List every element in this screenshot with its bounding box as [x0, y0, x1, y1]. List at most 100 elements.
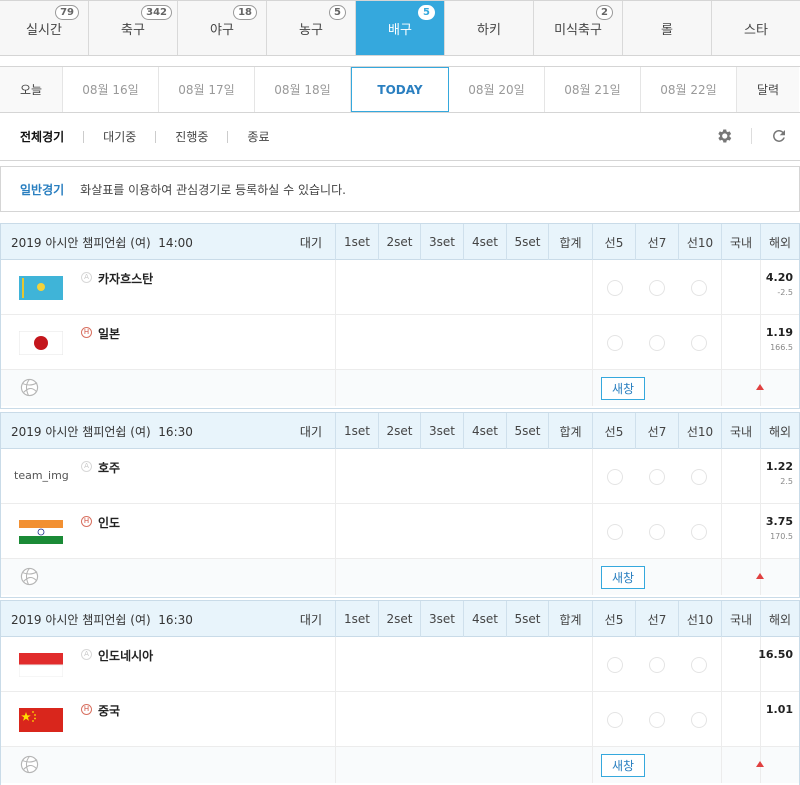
divider [592, 370, 593, 406]
filter-finished[interactable]: 종료 [247, 128, 269, 145]
divider [721, 260, 722, 315]
team-name: 인도 [98, 516, 121, 530]
sport-tabs: 실시간 79 축구 342 야구 18 농구 5 배구 5 하키 미식축구 2 롤 스타 [0, 0, 800, 56]
handicap-radio[interactable] [649, 524, 665, 540]
tab-sport[interactable]: 축구 342 [89, 1, 178, 55]
handicap-radio[interactable] [691, 524, 707, 540]
popup-button[interactable]: 새창 [601, 754, 645, 777]
column-header: 3set [420, 413, 463, 449]
date-item[interactable]: 08월 22일 [641, 67, 737, 112]
favorite-arrow-icon[interactable] [756, 761, 764, 767]
tab-label: 야구 [210, 22, 234, 38]
column-header: 1set [335, 601, 378, 637]
handicap-radio[interactable] [607, 280, 623, 296]
popup-button[interactable]: 새창 [601, 377, 645, 400]
tab-label: 배구 [388, 22, 412, 38]
gear-icon[interactable] [713, 125, 735, 147]
league-time: 2019 아시안 챔피언쉽 (여) 14:00 대기 [1, 224, 335, 260]
league-time: 2019 아시안 챔피언쉽 (여) 16:30 대기 [1, 413, 335, 449]
tab-sport[interactable]: 미식축구 2 [534, 1, 623, 55]
home-marker: H [81, 516, 92, 527]
handicap-radio[interactable] [691, 469, 707, 485]
column-header: 선5 [592, 601, 635, 637]
filter-all[interactable]: 전체경기 [20, 128, 64, 145]
flag-china-icon [19, 708, 63, 732]
match-footer: 새창 [1, 559, 799, 595]
column-header: 합계 [548, 224, 592, 260]
date-item[interactable]: 08월 20일 [449, 67, 545, 112]
notice-message: 화살표를 이용하여 관심경기로 등록하실 수 있습니다. [80, 182, 346, 197]
notice-bar: 일반경기 화살표를 이용하여 관심경기로 등록하실 수 있습니다. [0, 166, 800, 212]
divider [760, 449, 761, 504]
handicap-radio[interactable] [649, 335, 665, 351]
filter-in-progress[interactable]: 진행중 [175, 128, 208, 145]
favorite-arrow-icon[interactable] [756, 573, 764, 579]
odds-handicap: 2.5 [780, 477, 793, 486]
handicap-radio[interactable] [649, 280, 665, 296]
tab-sport[interactable]: 하키 [445, 1, 534, 55]
tab-label: 롤 [661, 22, 673, 38]
tab-sport[interactable]: 배구 5 [356, 1, 445, 55]
divider [721, 559, 722, 595]
filter-waiting[interactable]: 대기중 [103, 128, 136, 145]
handicap-radio[interactable] [691, 280, 707, 296]
tab-sport[interactable]: 롤 [623, 1, 712, 55]
home-marker: H [81, 327, 92, 338]
handicap-radio[interactable] [607, 657, 623, 673]
popup-button[interactable]: 새창 [601, 566, 645, 589]
divider [592, 747, 593, 783]
handicap-radio[interactable] [649, 712, 665, 728]
column-header: 2set [378, 413, 420, 449]
divider [721, 370, 722, 406]
date-item[interactable]: 08월 16일 [63, 67, 159, 112]
tab-label: 실시간 [26, 22, 62, 38]
date-item[interactable]: 08월 21일 [545, 67, 641, 112]
handicap-radio[interactable] [607, 712, 623, 728]
refresh-icon[interactable] [768, 125, 790, 147]
divider [751, 128, 752, 144]
column-header: 선5 [592, 224, 635, 260]
column-header: 국내 [721, 224, 760, 260]
handicap-radio[interactable] [691, 657, 707, 673]
divider [592, 504, 593, 559]
calendar-button[interactable]: 달력 [737, 67, 799, 112]
tab-label: 하키 [477, 22, 501, 38]
favorite-arrow-icon[interactable] [756, 384, 764, 390]
handicap-radio[interactable] [649, 469, 665, 485]
tab-sport[interactable]: 야구 18 [178, 1, 267, 55]
handicap-radio[interactable] [691, 712, 707, 728]
handicap-radio[interactable] [691, 335, 707, 351]
divider [335, 370, 336, 406]
league-title: 2019 아시안 챔피언쉽 (여) 16:30 [11, 424, 193, 439]
team-name: 호주 [98, 461, 121, 475]
handicap-radio[interactable] [607, 335, 623, 351]
match-footer: 새창 [1, 747, 799, 783]
handicap-radio[interactable] [607, 524, 623, 540]
flag-kazakhstan-icon [19, 276, 63, 300]
team-name: 인도네시아 [98, 649, 154, 663]
tab-sport[interactable]: 실시간 79 [0, 1, 89, 55]
divider [155, 130, 157, 143]
column-header: 1set [335, 224, 378, 260]
match-header: 2019 아시안 챔피언쉽 (여) 16:30 대기 1set 2set 3set 4se… [1, 413, 799, 449]
date-item[interactable]: 08월 17일 [159, 67, 255, 112]
handicap-radio[interactable] [607, 469, 623, 485]
volleyball-icon [20, 755, 39, 774]
tab-sport[interactable]: 농구 5 [267, 1, 356, 55]
team-name: 중국 [98, 704, 121, 718]
date-item[interactable]: 08월 18일 [255, 67, 351, 112]
date-item-today[interactable]: TODAY [351, 67, 449, 112]
away-marker: A [81, 272, 92, 283]
odds-handicap: 166.5 [770, 343, 793, 352]
tab-sport[interactable]: 스타 [712, 1, 800, 55]
handicap-radio[interactable] [649, 657, 665, 673]
column-header: 5set [506, 224, 548, 260]
overseas-odds: 3.75 [765, 515, 793, 528]
date-today-link[interactable]: 오늘 [0, 67, 63, 112]
count-badge: 2 [596, 5, 613, 20]
divider [721, 315, 722, 370]
divider [721, 637, 722, 692]
column-header: 2set [378, 601, 420, 637]
column-header: 5set [506, 413, 548, 449]
column-header: 선7 [635, 224, 678, 260]
